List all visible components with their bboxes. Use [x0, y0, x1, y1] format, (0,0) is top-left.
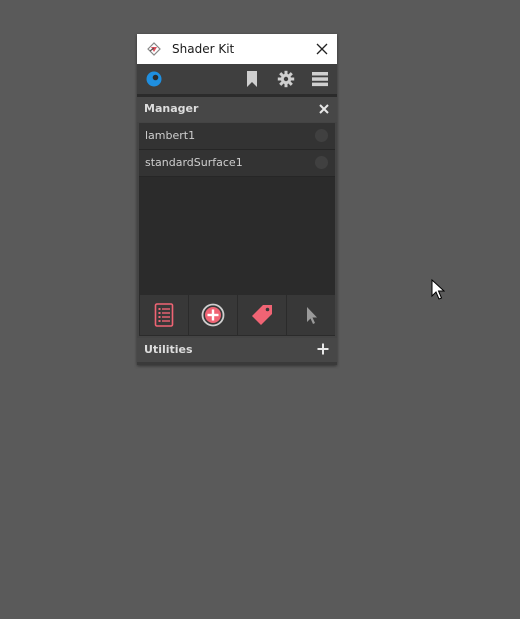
window-bottom-border — [137, 362, 337, 365]
list-item-label: standardSurface1 — [145, 156, 243, 169]
utilities-header[interactable]: Utilities — [137, 338, 337, 362]
menu-icon[interactable] — [311, 70, 329, 88]
add-button[interactable] — [189, 295, 237, 335]
manager-title: Manager — [144, 102, 199, 115]
bookmark-icon[interactable] — [243, 70, 261, 88]
pointer-icon — [307, 307, 317, 324]
status-dot-icon[interactable] — [315, 156, 328, 169]
utilities-title: Utilities — [144, 343, 193, 356]
manager-header[interactable]: Manager — [137, 97, 337, 122]
tag-button[interactable] — [238, 295, 286, 335]
list-view-button[interactable] — [140, 295, 188, 335]
toolbar — [137, 64, 337, 94]
list-item[interactable]: standardSurface1 — [139, 150, 335, 177]
list-icon — [154, 303, 174, 327]
title-bar: Shader Kit — [137, 34, 337, 64]
status-dot-icon[interactable] — [315, 129, 328, 142]
select-button[interactable] — [287, 295, 335, 335]
list-item[interactable]: lambert1 — [139, 123, 335, 150]
tag-icon — [252, 305, 272, 325]
add-circle-icon — [201, 303, 225, 327]
close-icon[interactable] — [313, 39, 331, 59]
shader-kit-window: Shader Kit Manager lambert1 standardSurf… — [137, 34, 337, 365]
material-list[interactable]: lambert1 standardSurface1 — [139, 123, 335, 294]
window-title: Shader Kit — [172, 42, 235, 56]
app-logo-icon — [147, 42, 161, 56]
gear-icon[interactable] — [277, 70, 295, 88]
list-item-label: lambert1 — [145, 129, 196, 142]
mouse-cursor-icon — [431, 279, 445, 300]
action-bar — [139, 294, 335, 336]
expand-plus-icon[interactable] — [316, 342, 330, 356]
status-indicator-icon[interactable] — [145, 70, 163, 88]
close-manager-icon[interactable] — [317, 102, 331, 116]
